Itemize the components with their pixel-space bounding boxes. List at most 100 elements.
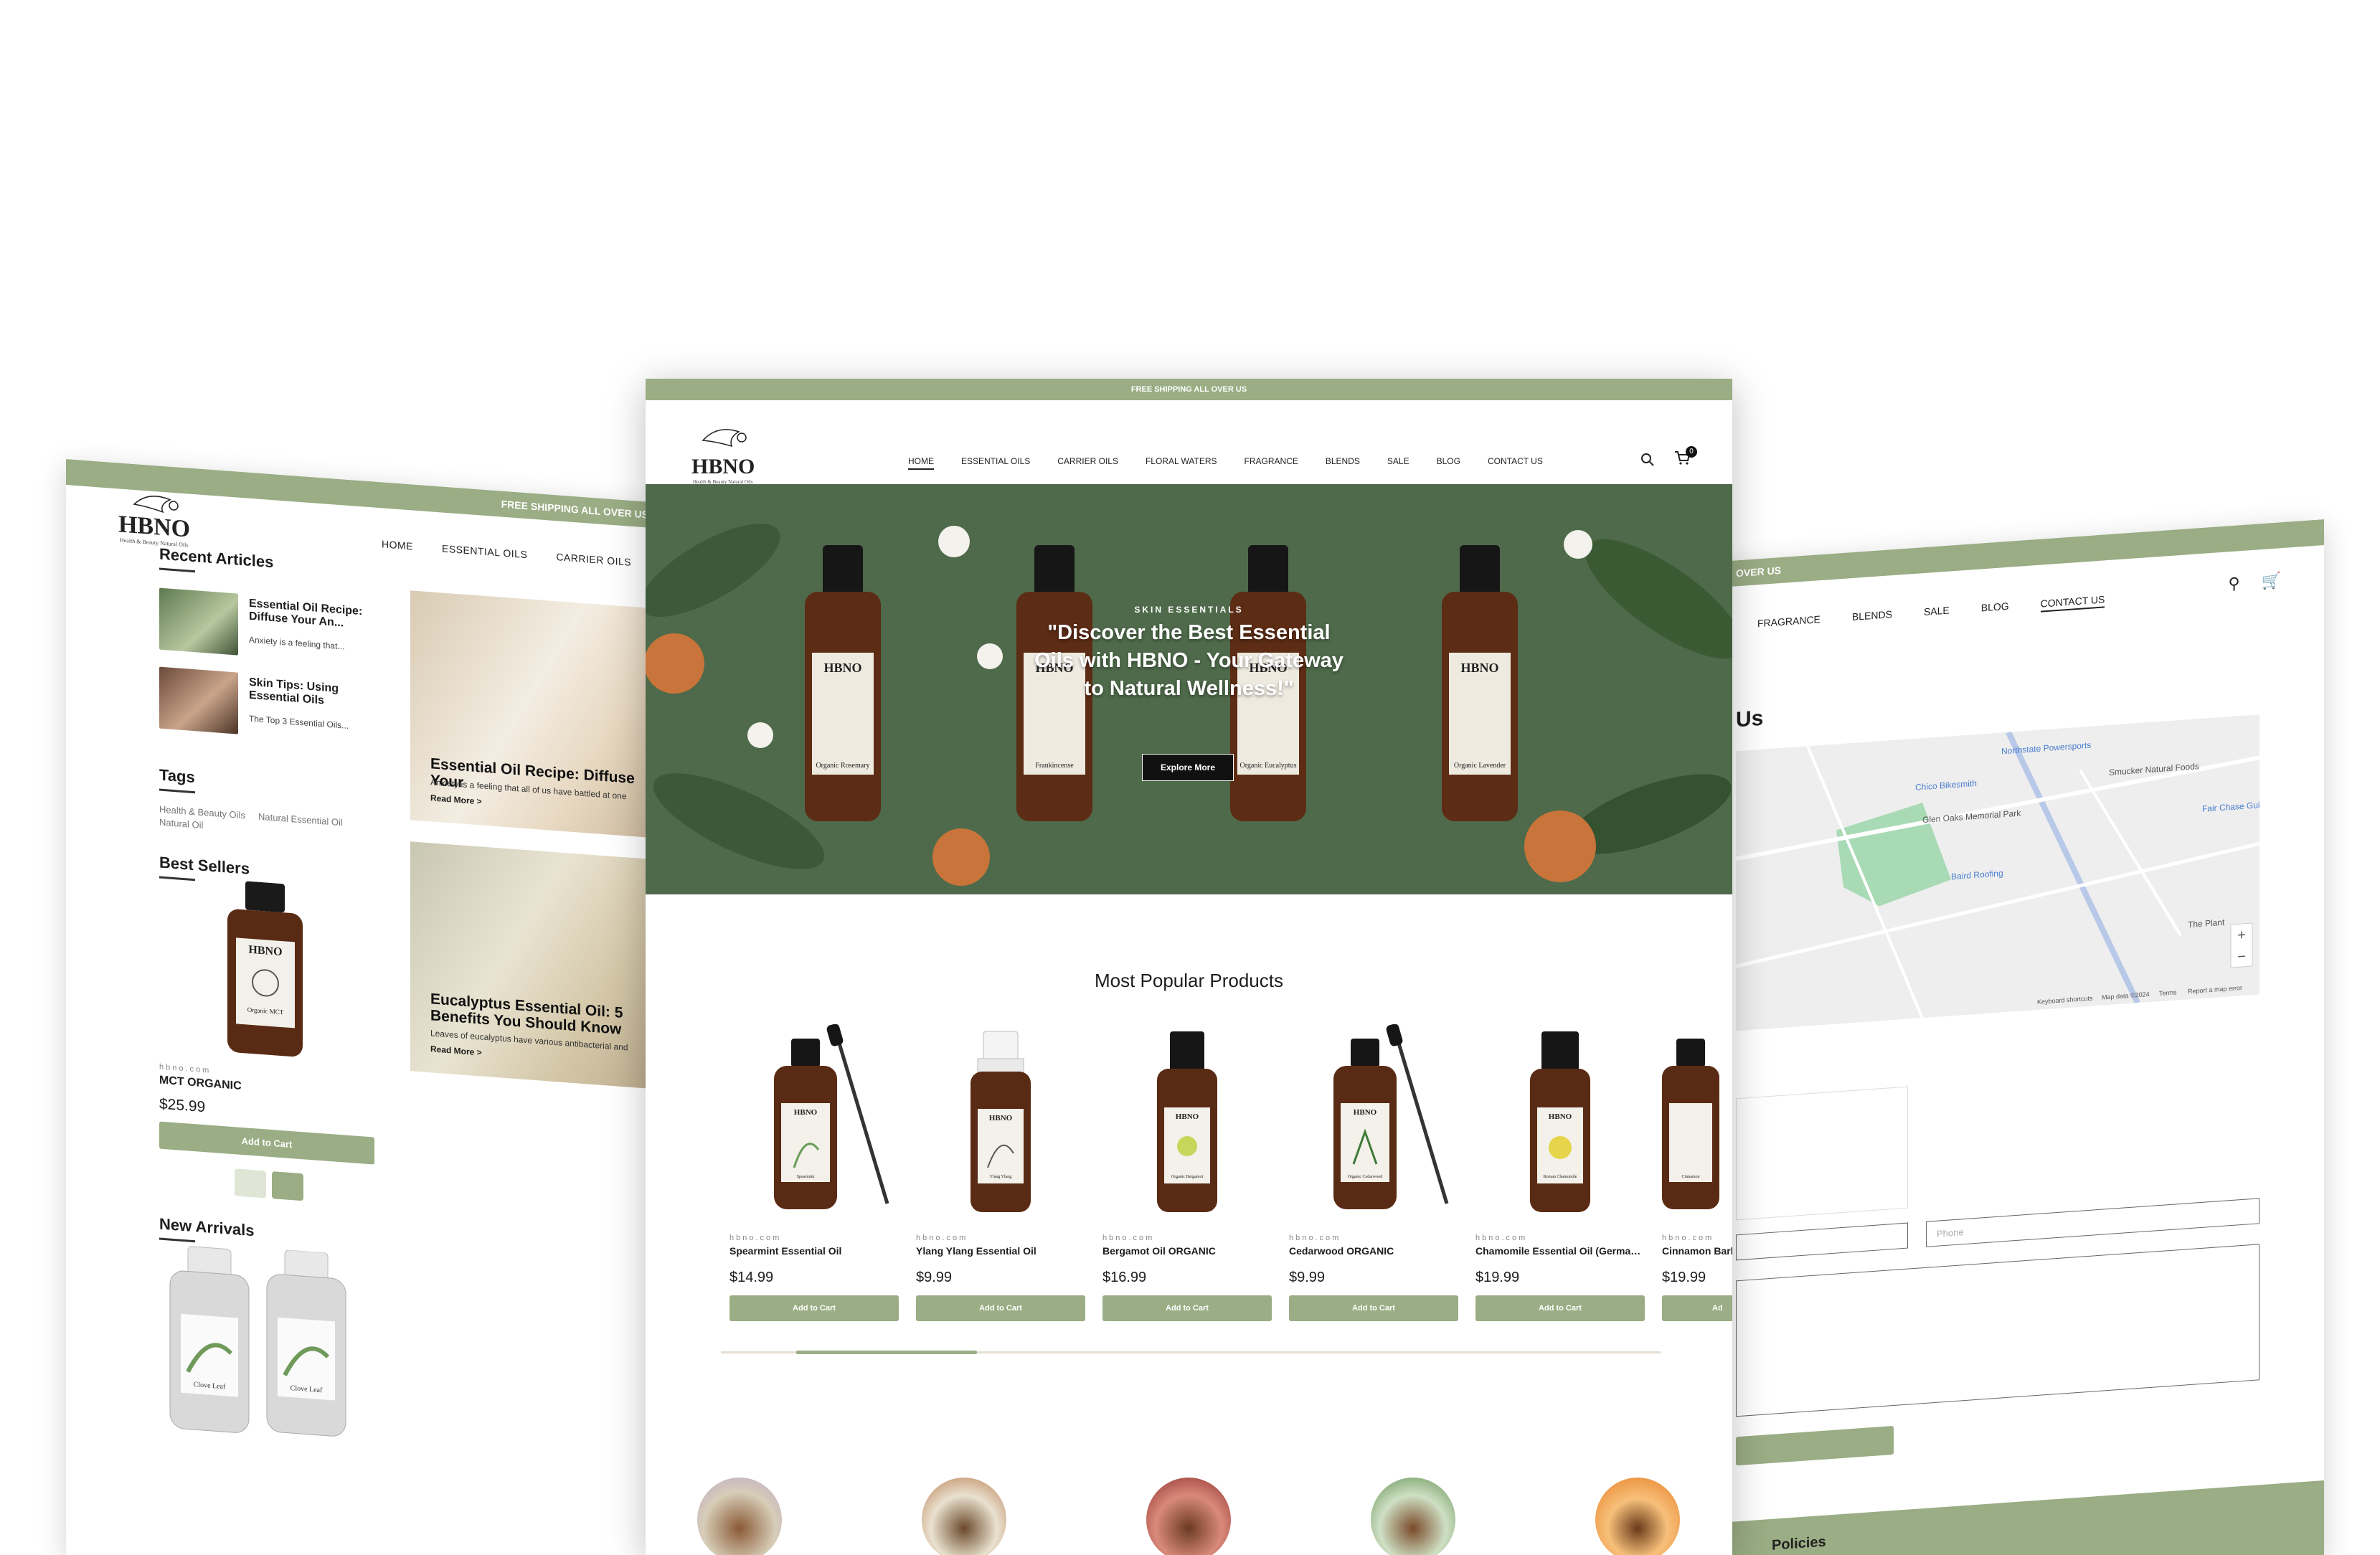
nav-sale[interactable]: SALE: [1924, 605, 1950, 621]
add-to-cart-button[interactable]: Add to Cart: [1289, 1295, 1458, 1321]
nav-home[interactable]: HOME: [382, 538, 413, 552]
hero-title: "Discover the Best Essential Oils with H…: [1034, 621, 1344, 701]
svg-text:HBNO: HBNO: [794, 1108, 818, 1117]
add-to-cart-button[interactable]: Add to Cart: [729, 1295, 899, 1321]
nav-fragrance[interactable]: FRAGRANCE: [1757, 613, 1821, 632]
nav-contact-us[interactable]: CONTACT US: [2040, 593, 2105, 613]
recent-article-1[interactable]: Essential Oil Recipe: Diffuse Your An...…: [159, 587, 374, 668]
product-image[interactable]: HBNO Organic Bergamot: [1102, 1024, 1272, 1218]
article-thumbnail[interactable]: [159, 587, 238, 656]
nav-floral-waters[interactable]: FLORAL WATERS: [1146, 456, 1217, 470]
best-seller-image[interactable]: HBNO Organic MCT: [206, 878, 324, 1062]
nav-blog[interactable]: BLOG: [1981, 600, 2009, 617]
svg-text:HBNO: HBNO: [691, 455, 755, 478]
article-thumbnail[interactable]: [159, 666, 238, 734]
carousel-dot-active[interactable]: [272, 1171, 303, 1201]
tag-item[interactable]: Natural Oil: [159, 817, 203, 831]
category-circle[interactable]: [1595, 1478, 1680, 1555]
product-name[interactable]: Chamomile Essential Oil (German...: [1475, 1245, 1645, 1257]
product-card[interactable]: HBNO Ylang Ylang hbno.com Ylang Ylang Es…: [916, 1024, 1085, 1325]
product-name[interactable]: MCT ORGANIC: [159, 1074, 242, 1093]
blog-card-2[interactable]: Eucalyptus Essential Oil: 5 Benefits You…: [410, 841, 654, 1090]
nav-blends[interactable]: BLENDS: [1852, 608, 1892, 625]
best-sellers-heading: Best Sellers: [159, 853, 250, 878]
nav-sale[interactable]: SALE: [1387, 456, 1409, 470]
svg-text:HBNO: HBNO: [1354, 1108, 1377, 1117]
popular-products-heading: Most Popular Products: [1094, 970, 1283, 991]
nav-fragrance[interactable]: FRAGRANCE: [1245, 456, 1298, 470]
blog-card-1[interactable]: Essential Oil Recipe: Diffuse Your Anxie…: [410, 590, 654, 839]
dropper-bottle-icon: HBNO Spearmint: [774, 1024, 889, 1209]
tags-heading: Tags: [159, 765, 195, 787]
location-map[interactable]: Northstate Powersports Chico Bikesmith S…: [1735, 714, 2270, 1031]
hero-subtitle: SKIN ESSENTIALS: [1134, 605, 1244, 615]
product-image[interactable]: HBNO Organic Cedarwood: [1289, 1024, 1458, 1218]
product-card[interactable]: HBNO Roman Chamomile hbno.com Chamomile …: [1475, 1024, 1645, 1325]
svg-text:HBNO: HBNO: [248, 944, 282, 958]
brand-logo[interactable]: HBNO Health & Beauty Natural Oils: [681, 425, 768, 493]
category-circle[interactable]: [922, 1478, 1006, 1555]
header-icons: 0: [1640, 446, 1697, 468]
add-to-cart-button[interactable]: Add to Cart: [916, 1295, 1085, 1321]
svg-text:HBNO: HBNO: [1549, 1112, 1572, 1121]
product-brand: hbno.com: [159, 1062, 212, 1075]
tag-item[interactable]: Natural Essential Oil: [258, 811, 343, 828]
name-field[interactable]: [1736, 1222, 1908, 1261]
add-to-cart-button[interactable]: Add to Cart: [1475, 1295, 1645, 1321]
nav-carrier-oils[interactable]: CARRIER OILS: [556, 551, 631, 568]
product-name[interactable]: Spearmint Essential Oil: [729, 1245, 899, 1257]
carousel-scroll-thumb[interactable]: [796, 1351, 977, 1354]
phone-field[interactable]: Phone: [1926, 1198, 2259, 1247]
new-arrivals-image[interactable]: Clove Leaf Clove Leaf: [159, 1241, 382, 1458]
heading-underline: [159, 876, 195, 882]
product-name[interactable]: Ylang Ylang Essential Oil: [916, 1245, 1085, 1257]
product-name[interactable]: Cinnamon Bark: [1662, 1245, 1732, 1257]
product-card[interactable]: HBNO Spearmint hbno.com Spearmint Essent…: [729, 1024, 899, 1325]
nav-blends[interactable]: BLENDS: [1326, 456, 1360, 470]
category-circle[interactable]: [1371, 1478, 1455, 1555]
nav-carrier-oils[interactable]: CARRIER OILS: [1057, 456, 1118, 470]
product-name[interactable]: Bergamot Oil ORGANIC: [1102, 1245, 1272, 1257]
product-image[interactable]: HBNO Ylang Ylang: [916, 1024, 1085, 1218]
search-icon[interactable]: [1640, 453, 1655, 467]
cart-icon[interactable]: 🛒: [2262, 571, 2281, 591]
bottle-icon: HBNO Ylang Ylang: [971, 1031, 1031, 1212]
footer: Policies: [1707, 1480, 2324, 1555]
product-name[interactable]: Cedarwood ORGANIC: [1289, 1245, 1458, 1257]
add-to-cart-button[interactable]: Ad: [1662, 1295, 1732, 1321]
nav-essential-oils[interactable]: ESSENTIAL OILS: [961, 456, 1030, 470]
message-field[interactable]: [1736, 1244, 2259, 1417]
category-circle[interactable]: [697, 1478, 782, 1555]
submit-button[interactable]: [1736, 1425, 1894, 1466]
add-to-cart-button[interactable]: Add to Cart: [159, 1121, 374, 1165]
product-image[interactable]: HBNO Spearmint: [729, 1024, 899, 1218]
nav-blog[interactable]: BLOG: [1437, 456, 1460, 470]
product-card[interactable]: Cinnamon hbno.com Cinnamon Bark $19.99 A…: [1662, 1024, 1732, 1325]
svg-text:Frankincense: Frankincense: [1035, 762, 1074, 770]
category-circle[interactable]: [1146, 1478, 1231, 1555]
svg-text:Organic Rosemary: Organic Rosemary: [816, 762, 869, 770]
article-title[interactable]: Essential Oil Recipe: Diffuse Your An...: [249, 597, 371, 632]
search-icon[interactable]: ⚲: [2228, 574, 2239, 593]
recent-articles-heading: Recent Articles: [159, 544, 274, 572]
product-image[interactable]: Cinnamon: [1662, 1024, 1732, 1218]
footer-heading: Policies: [1772, 1533, 1826, 1554]
product-card[interactable]: HBNO Organic Bergamot hbno.com Bergamot …: [1102, 1024, 1272, 1325]
product-card[interactable]: HBNO Organic Cedarwood hbno.com Cedarwoo…: [1289, 1024, 1458, 1325]
recent-article-2[interactable]: Skin Tips: Using Essential Oils The Top …: [159, 666, 374, 747]
product-carousel: ganic rt HBNO Spearmint hbno.com Spearmi…: [646, 1024, 1732, 1325]
main-nav: HOME ESSENTIAL OILS CARRIER OILS: [382, 538, 631, 568]
heading-underline: [159, 788, 195, 794]
add-to-cart-button[interactable]: Add to Cart: [1102, 1295, 1272, 1321]
carousel-dot[interactable]: [235, 1168, 266, 1199]
read-more-link[interactable]: Read More >: [430, 793, 482, 806]
dropper-bottle-icon: HBNO Organic Cedarwood: [1333, 1024, 1449, 1209]
nav-home[interactable]: HOME: [908, 456, 934, 470]
explore-more-button[interactable]: Explore More: [1142, 754, 1234, 781]
nav-essential-oils[interactable]: ESSENTIAL OILS: [442, 542, 527, 560]
article-title[interactable]: Skin Tips: Using Essential Oils: [249, 676, 371, 711]
product-image[interactable]: HBNO Roman Chamomile: [1475, 1024, 1645, 1218]
read-more-link[interactable]: Read More >: [430, 1044, 482, 1057]
nav-contact-us[interactable]: CONTACT US: [1488, 456, 1543, 470]
cart-button[interactable]: 0: [1673, 446, 1697, 468]
